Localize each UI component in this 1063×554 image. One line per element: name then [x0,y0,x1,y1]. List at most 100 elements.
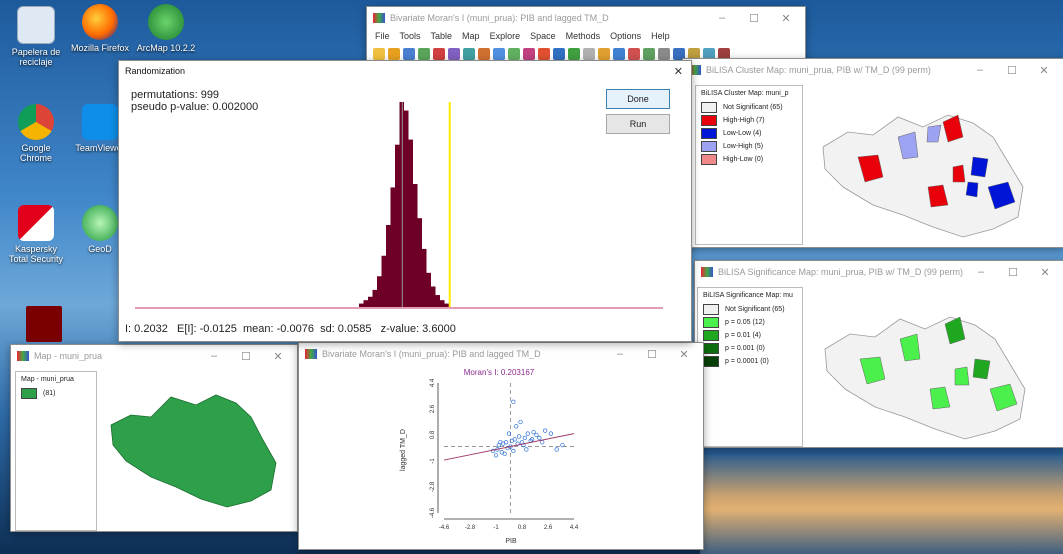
legend-item[interactable]: p = 0.01 (4) [703,329,797,342]
main-window-title: Bivariate Moran's I (muni_prua): PIB and… [390,13,609,23]
toolbar-icon-8[interactable] [493,48,505,60]
minimize-icon[interactable]: – [205,350,223,363]
toolbar-icon-16[interactable] [613,48,625,60]
legend-item[interactable]: p = 0.001 (0) [703,342,797,355]
legend-item[interactable]: High-High (7) [701,114,797,127]
scatter-point [524,447,529,452]
toolbar-icon-7[interactable] [478,48,490,60]
desktop-icon-firefox[interactable]: Mozilla Firefox [70,4,130,53]
cluster-map-canvas[interactable] [803,87,1053,243]
legend-swatch [701,102,717,113]
hist-bar [377,276,382,307]
legend-item[interactable]: (81) [21,387,91,400]
toolbar-icon-6[interactable] [463,48,475,60]
significance-map-titlebar[interactable]: BiLISA Significance Map: muni_prua, PIB … [695,261,1063,283]
desktop-icon-arcmap[interactable]: ArcMap 10.2.2 [136,4,196,53]
minimize-icon[interactable]: – [611,348,629,361]
menu-explore[interactable]: Explore [490,31,521,41]
toolbar-icon-10[interactable] [523,48,535,60]
scatter-point [516,434,522,439]
desktop-icon-chrome[interactable]: Google Chrome [6,104,66,163]
toolbar-icon-19[interactable] [658,48,670,60]
menu-methods[interactable]: Methods [566,31,601,41]
scatter-point [511,399,516,404]
close-icon[interactable]: ✕ [269,350,287,363]
menu-map[interactable]: Map [462,31,480,41]
legend-swatch [703,343,719,354]
x-tick-label: -1 [493,525,499,531]
legend-item[interactable]: High-Low (0) [701,153,797,166]
toolbar-icon-0[interactable] [373,48,385,60]
toolbar-icon-17[interactable] [628,48,640,60]
randomization-titlebar[interactable]: Randomization ✕ [119,61,691,81]
legend-swatch [21,388,37,399]
minimize-icon[interactable]: – [713,12,731,25]
toolbar-icon-14[interactable] [583,48,595,60]
moran-scatter-plot[interactable]: Moran's I: 0.203167 PIB lagged TM_D -4.6… [399,365,599,545]
close-icon[interactable]: ✕ [777,12,795,25]
y-tick-label: -2.8 [430,481,436,492]
toolbar-icon-1[interactable] [388,48,400,60]
minimize-icon[interactable]: – [971,64,989,77]
hist-bar [359,303,364,307]
scatter-point [548,431,554,436]
main-window-titlebar[interactable]: Bivariate Moran's I (muni_prua): PIB and… [367,7,805,29]
arcmap-icon [148,4,184,40]
legend-item[interactable]: Not Significant (65) [701,101,797,114]
toolbar-icon-18[interactable] [643,48,655,60]
cluster-map-titlebar[interactable]: BiLISA Cluster Map: muni_prua, PIB w/ TM… [683,59,1063,81]
hist-bar [399,102,404,307]
toolbar-icon-5[interactable] [448,48,460,60]
legend-item[interactable]: Not Significant (65) [703,303,797,316]
x-tick-label: -4.6 [439,525,450,531]
legend-item[interactable]: Low-Low (4) [701,127,797,140]
toolbar-icon-3[interactable] [418,48,430,60]
close-icon[interactable]: ✕ [1036,266,1054,279]
menu-file[interactable]: File [375,31,390,41]
close-icon[interactable]: ✕ [1035,64,1053,77]
maximize-icon[interactable]: ☐ [237,350,255,363]
map-canvas[interactable] [101,375,291,525]
desktop-icon-kaspersky[interactable]: Kaspersky Total Security [6,205,66,264]
close-icon[interactable]: ✕ [675,348,693,361]
scatter-point [534,432,539,438]
legend-item[interactable]: p = 0.0001 (0) [703,355,797,368]
menu-help[interactable]: Help [651,31,670,41]
scatter-window-titlebar[interactable]: Bivariate Moran's I (muni_prua): PIB and… [299,343,703,365]
hist-bar [363,300,368,307]
hist-bar [408,139,413,307]
scatter-window-title: Bivariate Moran's I (muni_prua): PIB and… [322,349,541,359]
close-icon[interactable]: ✕ [674,65,683,78]
maximize-icon[interactable]: ☐ [1003,64,1021,77]
toolbar-icon-12[interactable] [553,48,565,60]
menu-options[interactable]: Options [610,31,641,41]
toolbar-icon-15[interactable] [598,48,610,60]
map-window-titlebar[interactable]: Map - muni_prua – ☐ ✕ [11,345,297,367]
toolbar-icon-11[interactable] [538,48,550,60]
maximize-icon[interactable]: ☐ [1004,266,1022,279]
legend-item[interactable]: Low-High (5) [701,140,797,153]
map-region-outline [824,316,1026,440]
desktop-icon-recycle-bin[interactable]: Papelera de reciclaje [6,6,66,67]
hist-bar [413,184,418,307]
toolbar-icon-9[interactable] [508,48,520,60]
minimize-icon[interactable]: – [972,266,990,279]
menu-table[interactable]: Table [431,31,453,41]
randomization-stats: I: 0.2032 E[I]: -0.0125 mean: -0.0076 sd… [125,323,456,335]
map-window: Map - muni_prua – ☐ ✕ Map - muni_prua (81) [10,344,298,532]
toolbar-icon-13[interactable] [568,48,580,60]
menu-space[interactable]: Space [530,31,556,41]
maximize-icon[interactable]: ☐ [745,12,763,25]
toolbar-icon-2[interactable] [403,48,415,60]
menu-tools[interactable]: Tools [400,31,421,41]
toolbar-icon-4[interactable] [433,48,445,60]
scatter-point [514,424,519,429]
desktop-icon-acrobat[interactable] [14,306,74,345]
legend-item[interactable]: p = 0.05 (12) [703,316,797,329]
hist-bar [404,110,409,308]
map-region-outline [110,394,277,508]
hist-bar [444,303,449,307]
maximize-icon[interactable]: ☐ [643,348,661,361]
significance-map-canvas[interactable] [805,289,1055,441]
geoda-logo-icon [17,351,29,361]
